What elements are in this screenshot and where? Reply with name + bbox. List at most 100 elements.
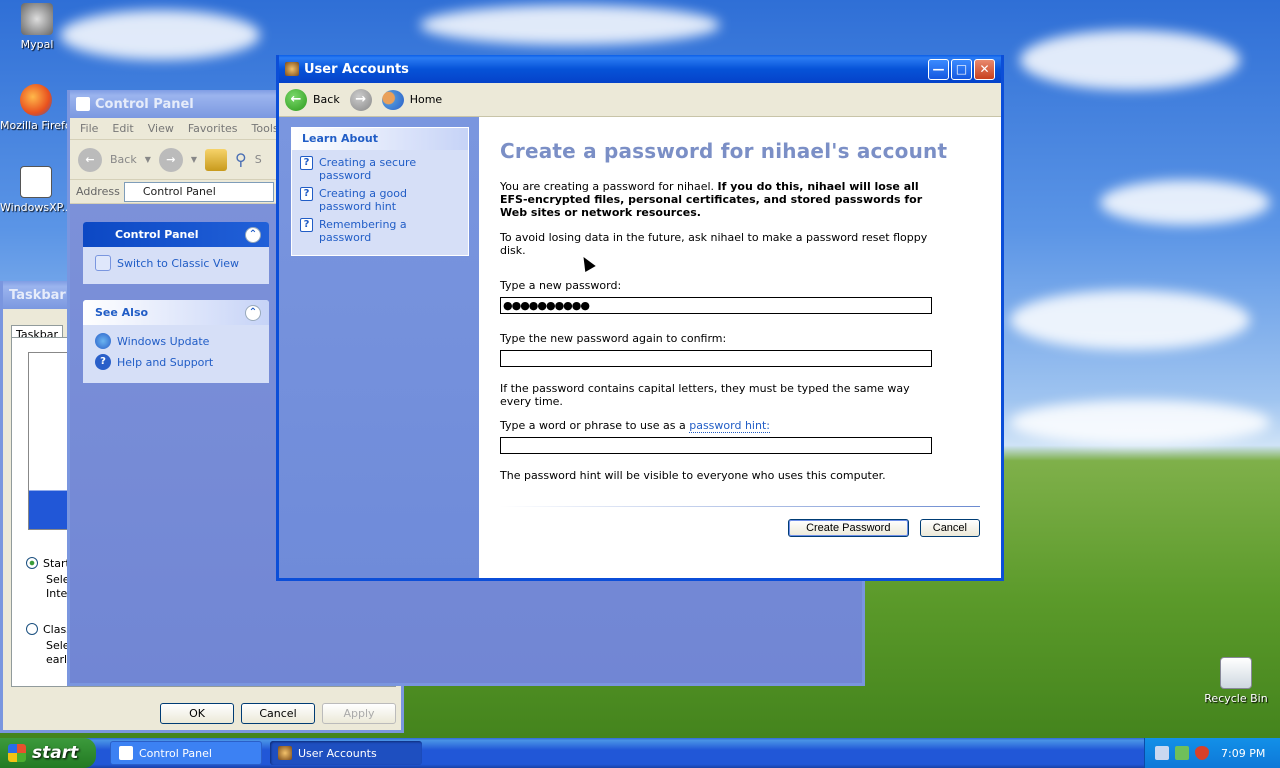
password-hint-link[interactable]: password hint: [689,419,770,433]
firefox-icon [20,84,52,116]
system-tray: 7:09 PM [1144,738,1280,768]
start-menu-preview [28,352,72,530]
globe-icon [95,333,111,349]
back-button[interactable]: ← Back [285,88,340,111]
learn-item-secure-password[interactable]: ? Creating a secure password [300,156,460,182]
control-panel-icon [95,255,111,271]
menu-tools[interactable]: Tools [252,122,279,135]
password-hint-label: Type a word or phrase to use as a passwo… [500,419,981,433]
confirm-password-label: Type the new password again to confirm: [500,332,727,345]
dropdown-arrow-icon[interactable]: ▼ [191,155,197,164]
radio-classic-start-menu[interactable]: Class [26,623,72,636]
desktop-icon-windowsxp[interactable]: WindowsXP... [0,166,72,214]
search-label[interactable]: S [255,153,262,166]
address-label: Address [76,185,120,198]
panel-title: Learn About [292,128,468,150]
collapse-chevron-icon[interactable]: ⌃ [245,226,261,243]
user-accounts-titlebar[interactable]: User Accounts — □ ✕ [279,55,1001,83]
caps-text: If the password contains capital letters… [500,382,910,408]
ok-button[interactable]: OK [160,703,234,724]
back-arrow-icon: ← [285,88,307,111]
security-shield-icon[interactable] [1195,746,1209,760]
start-button[interactable]: start [0,738,96,768]
desktop-icon-label: Mozilla Firefox [0,119,72,132]
clock[interactable]: 7:09 PM [1221,747,1265,760]
radio-selected-icon [26,557,38,569]
task-label: User Accounts [298,746,377,760]
help-topic-icon: ? [300,218,313,232]
new-password-field[interactable]: ●●●●●●●●●● [500,297,932,314]
close-button[interactable]: ✕ [974,58,995,80]
maximize-button[interactable]: □ [951,58,972,80]
user-accounts-window: User Accounts — □ ✕ ← Back → Home Learn … [276,55,1004,581]
link-label: Switch to Classic View [117,256,240,270]
navigation-toolbar: ← Back → Home [279,83,1001,117]
network-icon[interactable] [1155,746,1169,760]
page-title: Create a password for nihael's account [500,139,948,163]
help-icon: ? [95,354,111,370]
link-label: Remembering a password [319,218,407,244]
create-password-button[interactable]: Create Password [787,519,909,537]
menu-favorites[interactable]: Favorites [188,122,238,135]
panel-header[interactable]: See Also ⌃ [83,300,269,325]
address-input[interactable]: Control Panel [123,181,274,202]
taskbar-item-user-accounts[interactable]: User Accounts [270,741,422,765]
collapse-chevron-icon[interactable]: ⌃ [245,304,261,321]
windows-update-link[interactable]: Windows Update [95,333,257,349]
desktop-icon-mypal[interactable]: Mypal [1,3,73,51]
cancel-button[interactable]: Cancel [241,703,315,724]
safely-remove-icon[interactable] [1175,746,1189,760]
forward-arrow-icon: → [349,88,372,111]
learn-item-remembering-password[interactable]: ? Remembering a password [300,218,460,244]
menu-file[interactable]: File [80,122,98,135]
panel-title: See Also [95,306,149,319]
password-hint-field[interactable] [500,437,932,454]
cancel-button[interactable]: Cancel [919,519,980,537]
back-label[interactable]: Back [110,153,137,166]
separator [500,506,980,507]
apply-button[interactable]: Apply [322,703,396,724]
menu-view[interactable]: View [148,122,174,135]
hint-label-text: Type a word or phrase to use as a [500,419,690,432]
back-label: Back [313,93,340,106]
help-topic-icon: ? [300,156,313,170]
reset-disk-text: To avoid losing data in the future, ask … [500,231,928,257]
forward-arrow-icon[interactable]: → [158,147,183,172]
users-icon [381,89,404,110]
panel-header[interactable]: Control Panel ⌃ [83,222,269,247]
radio-start-menu[interactable]: Start [26,557,70,570]
up-folder-icon[interactable] [205,148,228,171]
user-accounts-icon [285,62,299,76]
control-panel-task-panel: Control Panel ⌃ Switch to Classic View [83,222,269,284]
task-label: Control Panel [139,746,212,760]
desktop-icon-label: Mypal [20,38,54,51]
home-label: Home [409,93,443,106]
learn-item-password-hint[interactable]: ? Creating a good password hint [300,187,460,213]
document-icon [20,166,52,198]
forward-button[interactable]: → [349,88,372,111]
link-label: Windows Update [117,334,210,348]
home-button[interactable]: Home [381,89,443,110]
mypal-icon [21,3,53,35]
radio-unselected-icon [26,623,38,635]
panel-body: ? Creating a secure password ? Creating … [292,150,468,255]
minimize-button[interactable]: — [928,58,949,80]
back-arrow-icon[interactable]: ← [78,147,102,172]
desktop-icon-firefox[interactable]: Mozilla Firefox [0,84,72,132]
panel-body: Switch to Classic View [83,247,269,284]
see-also-panel: See Also ⌃ Windows Update ? Help and Sup… [83,300,269,383]
dropdown-arrow-icon[interactable]: ▼ [145,155,151,164]
taskbar-item-control-panel[interactable]: Control Panel [110,741,262,765]
help-topic-icon: ? [300,187,313,201]
help-support-link[interactable]: ? Help and Support [95,354,257,370]
link-label: Help and Support [117,355,214,369]
hint-visibility-text: The password hint will be visible to eve… [500,469,886,482]
desktop-icon-recycle-bin[interactable]: Recycle Bin [1200,657,1272,705]
windows-logo-icon [8,744,26,762]
switch-classic-view-link[interactable]: Switch to Classic View [95,255,257,271]
window-title: User Accounts [304,61,409,77]
confirm-password-field[interactable] [500,350,932,367]
search-icon[interactable]: ⚲ [235,150,247,169]
user-accounts-icon [278,746,292,760]
menu-edit[interactable]: Edit [112,122,133,135]
